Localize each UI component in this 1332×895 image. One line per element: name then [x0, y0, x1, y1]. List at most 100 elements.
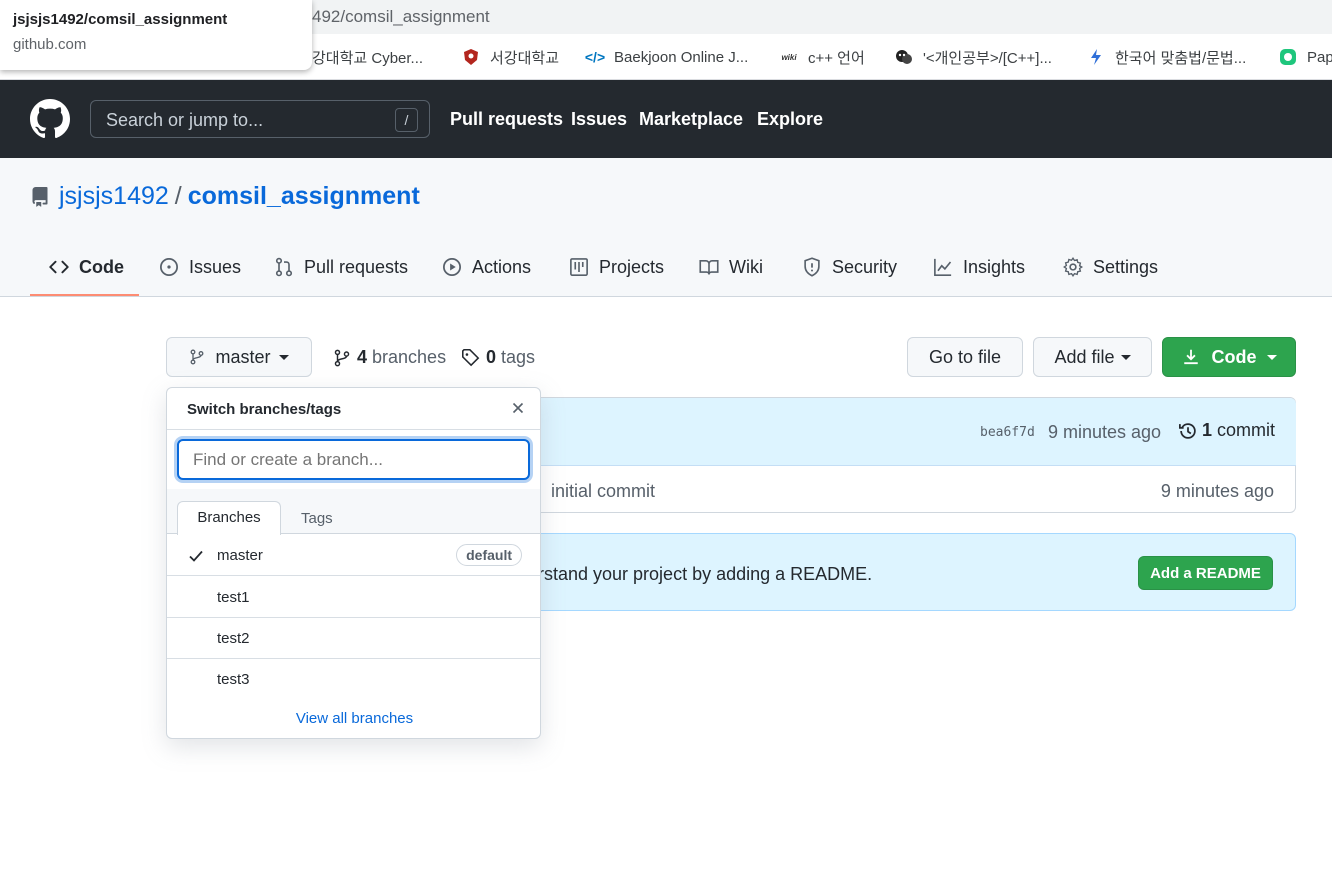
tab-tags[interactable]: Tags: [301, 510, 333, 527]
bookmark-sogang[interactable]: 서강대학교: [462, 46, 559, 68]
chevron-down-icon: [1266, 354, 1277, 360]
repo-icon: [32, 187, 48, 207]
go-to-file-button[interactable]: Go to file: [907, 337, 1023, 377]
branch-icon: [334, 349, 350, 366]
tab-insights[interactable]: Insights: [933, 254, 1025, 280]
branch-select-label: master: [215, 346, 271, 367]
tab-wiki[interactable]: Wiki: [699, 254, 763, 280]
view-all-branches-link[interactable]: View all branches: [167, 710, 540, 727]
chevron-down-icon: [1120, 354, 1131, 360]
pull-request-icon: [275, 257, 293, 277]
github-header: Search or jump to... / Pull requests Iss…: [0, 80, 1332, 158]
tags-label: tags: [501, 347, 536, 367]
play-icon: [443, 258, 461, 276]
branches-label: branches: [372, 347, 447, 367]
add-readme-button[interactable]: Add a README: [1138, 556, 1273, 590]
bookmark-cyber[interactable]: 강대학교 Cyber...: [312, 46, 423, 68]
branch-item-master[interactable]: master default: [167, 535, 540, 576]
tag-icon: [462, 349, 480, 367]
commit-time: 9 minutes ago: [1048, 422, 1162, 442]
branch-name: test3: [217, 671, 250, 688]
readme-prompt: rstand your project by adding a README. …: [530, 533, 1296, 611]
branches-link[interactable]: 4 branches: [333, 347, 446, 368]
branch-item-test2[interactable]: test2: [167, 618, 540, 659]
search-placeholder: Search or jump to...: [106, 110, 264, 130]
search-shortcut-key: /: [395, 108, 418, 132]
search-input[interactable]: Search or jump to... /: [90, 100, 430, 138]
repo-name-link[interactable]: comsil_assignment: [188, 182, 420, 210]
bookmark-label: c++ 언어: [808, 49, 865, 67]
nav-pull-requests[interactable]: Pull requests: [450, 109, 563, 130]
bookmark-spellcheck[interactable]: 한국어 맞춤법/문법...: [1087, 46, 1246, 68]
bookmark-label: Pap: [1307, 48, 1332, 66]
repo-owner-link[interactable]: jsjsjs1492: [59, 182, 169, 210]
branch-name: test2: [217, 630, 250, 647]
file-commit-time: 9 minutes ago: [1160, 481, 1274, 501]
issue-icon: [160, 258, 178, 276]
bookmark-label: 한국어 맞춤법/문법...: [1115, 49, 1247, 67]
commit-history-link[interactable]: 1 commit: [1178, 420, 1275, 441]
default-badge: default: [456, 544, 522, 566]
nav-marketplace[interactable]: Marketplace: [639, 109, 743, 130]
bookmark-label: '<개인공부>/[C++]...: [923, 49, 1052, 67]
file-list: bea6f7d 9 minutes ago 1 commit initial c…: [530, 397, 1296, 513]
tab-actions[interactable]: Actions: [442, 254, 531, 280]
repo-header: jsjsjs1492/comsil_assignment Code Issues…: [0, 158, 1332, 297]
dropdown-title: Switch branches/tags: [187, 401, 342, 418]
divider: [167, 429, 540, 430]
wiki-icon: wiki: [781, 52, 797, 62]
tags-link[interactable]: 0 tags: [461, 347, 535, 368]
bookmark-cpp[interactable]: wiki c++ 언어: [780, 46, 865, 68]
tab-label: Code: [79, 256, 124, 277]
add-file-button[interactable]: Add file: [1033, 337, 1152, 377]
github-logo-icon[interactable]: [30, 99, 70, 139]
project-icon: [570, 258, 588, 276]
tab-label: Wiki: [729, 256, 763, 277]
tab-pull-requests[interactable]: Pull requests: [274, 254, 408, 280]
branch-item-test1[interactable]: test1: [167, 577, 540, 618]
bookmark-study[interactable]: '<개인공부>/[C++]...: [895, 46, 1052, 68]
chevron-down-icon: [278, 354, 289, 360]
branch-switcher-dropdown: Switch branches/tags Branches Tags maste…: [166, 387, 541, 739]
active-tab-indicator: [30, 294, 139, 296]
tab-label: Insights: [963, 256, 1026, 277]
tab-label: Security: [832, 256, 898, 277]
tab-settings[interactable]: Settings: [1063, 254, 1158, 280]
tab-code[interactable]: Code: [49, 254, 124, 280]
tooltip-host: github.com: [13, 36, 87, 53]
tab-projects[interactable]: Projects: [569, 254, 664, 280]
bookmark-label: 강대학교 Cyber...: [312, 49, 424, 67]
branch-name: master: [217, 547, 263, 564]
tab-label: Settings: [1093, 256, 1159, 277]
go-to-file-label: Go to file: [928, 346, 1002, 367]
latest-commit-bar: bea6f7d 9 minutes ago 1 commit: [530, 398, 1296, 466]
bookmark-label: Baekjoon Online J...: [614, 48, 749, 66]
check-icon: [189, 550, 203, 562]
close-icon[interactable]: [510, 400, 526, 416]
tab-security[interactable]: Security: [802, 254, 897, 280]
code-button-label: Code: [1211, 346, 1257, 367]
nav-issues[interactable]: Issues: [571, 109, 627, 130]
branch-item-test3[interactable]: test3: [167, 659, 540, 700]
branch-select-button[interactable]: master: [166, 337, 312, 377]
download-icon: [1183, 349, 1198, 365]
branch-icon: [191, 349, 204, 365]
commit-sha-link[interactable]: bea6f7d: [980, 425, 1035, 440]
code-button[interactable]: Code: [1162, 337, 1296, 377]
graph-icon: [934, 258, 952, 276]
tab-issues[interactable]: Issues: [159, 254, 241, 280]
tab-branches[interactable]: Branches: [177, 501, 281, 535]
bookmark-papago[interactable]: Pap: [1279, 46, 1332, 68]
tab-label: Actions: [472, 256, 532, 277]
file-commit-message[interactable]: initial commit: [551, 481, 655, 502]
branch-name: test1: [217, 589, 250, 606]
url-text[interactable]: 492/comsil_assignment: [312, 7, 490, 27]
nav-explore[interactable]: Explore: [757, 109, 823, 130]
branch-filter-input[interactable]: [177, 439, 530, 480]
dropdown-tabs: Branches Tags: [167, 489, 540, 535]
tab-label: Issues: [189, 256, 242, 277]
bookmark-baekjoon[interactable]: </> Baekjoon Online J...: [585, 46, 749, 68]
tooltip-title: jsjsjs1492/comsil_assignment: [13, 11, 228, 28]
repo-title: jsjsjs1492/comsil_assignment: [59, 182, 420, 211]
repo-separator: /: [174, 182, 182, 210]
